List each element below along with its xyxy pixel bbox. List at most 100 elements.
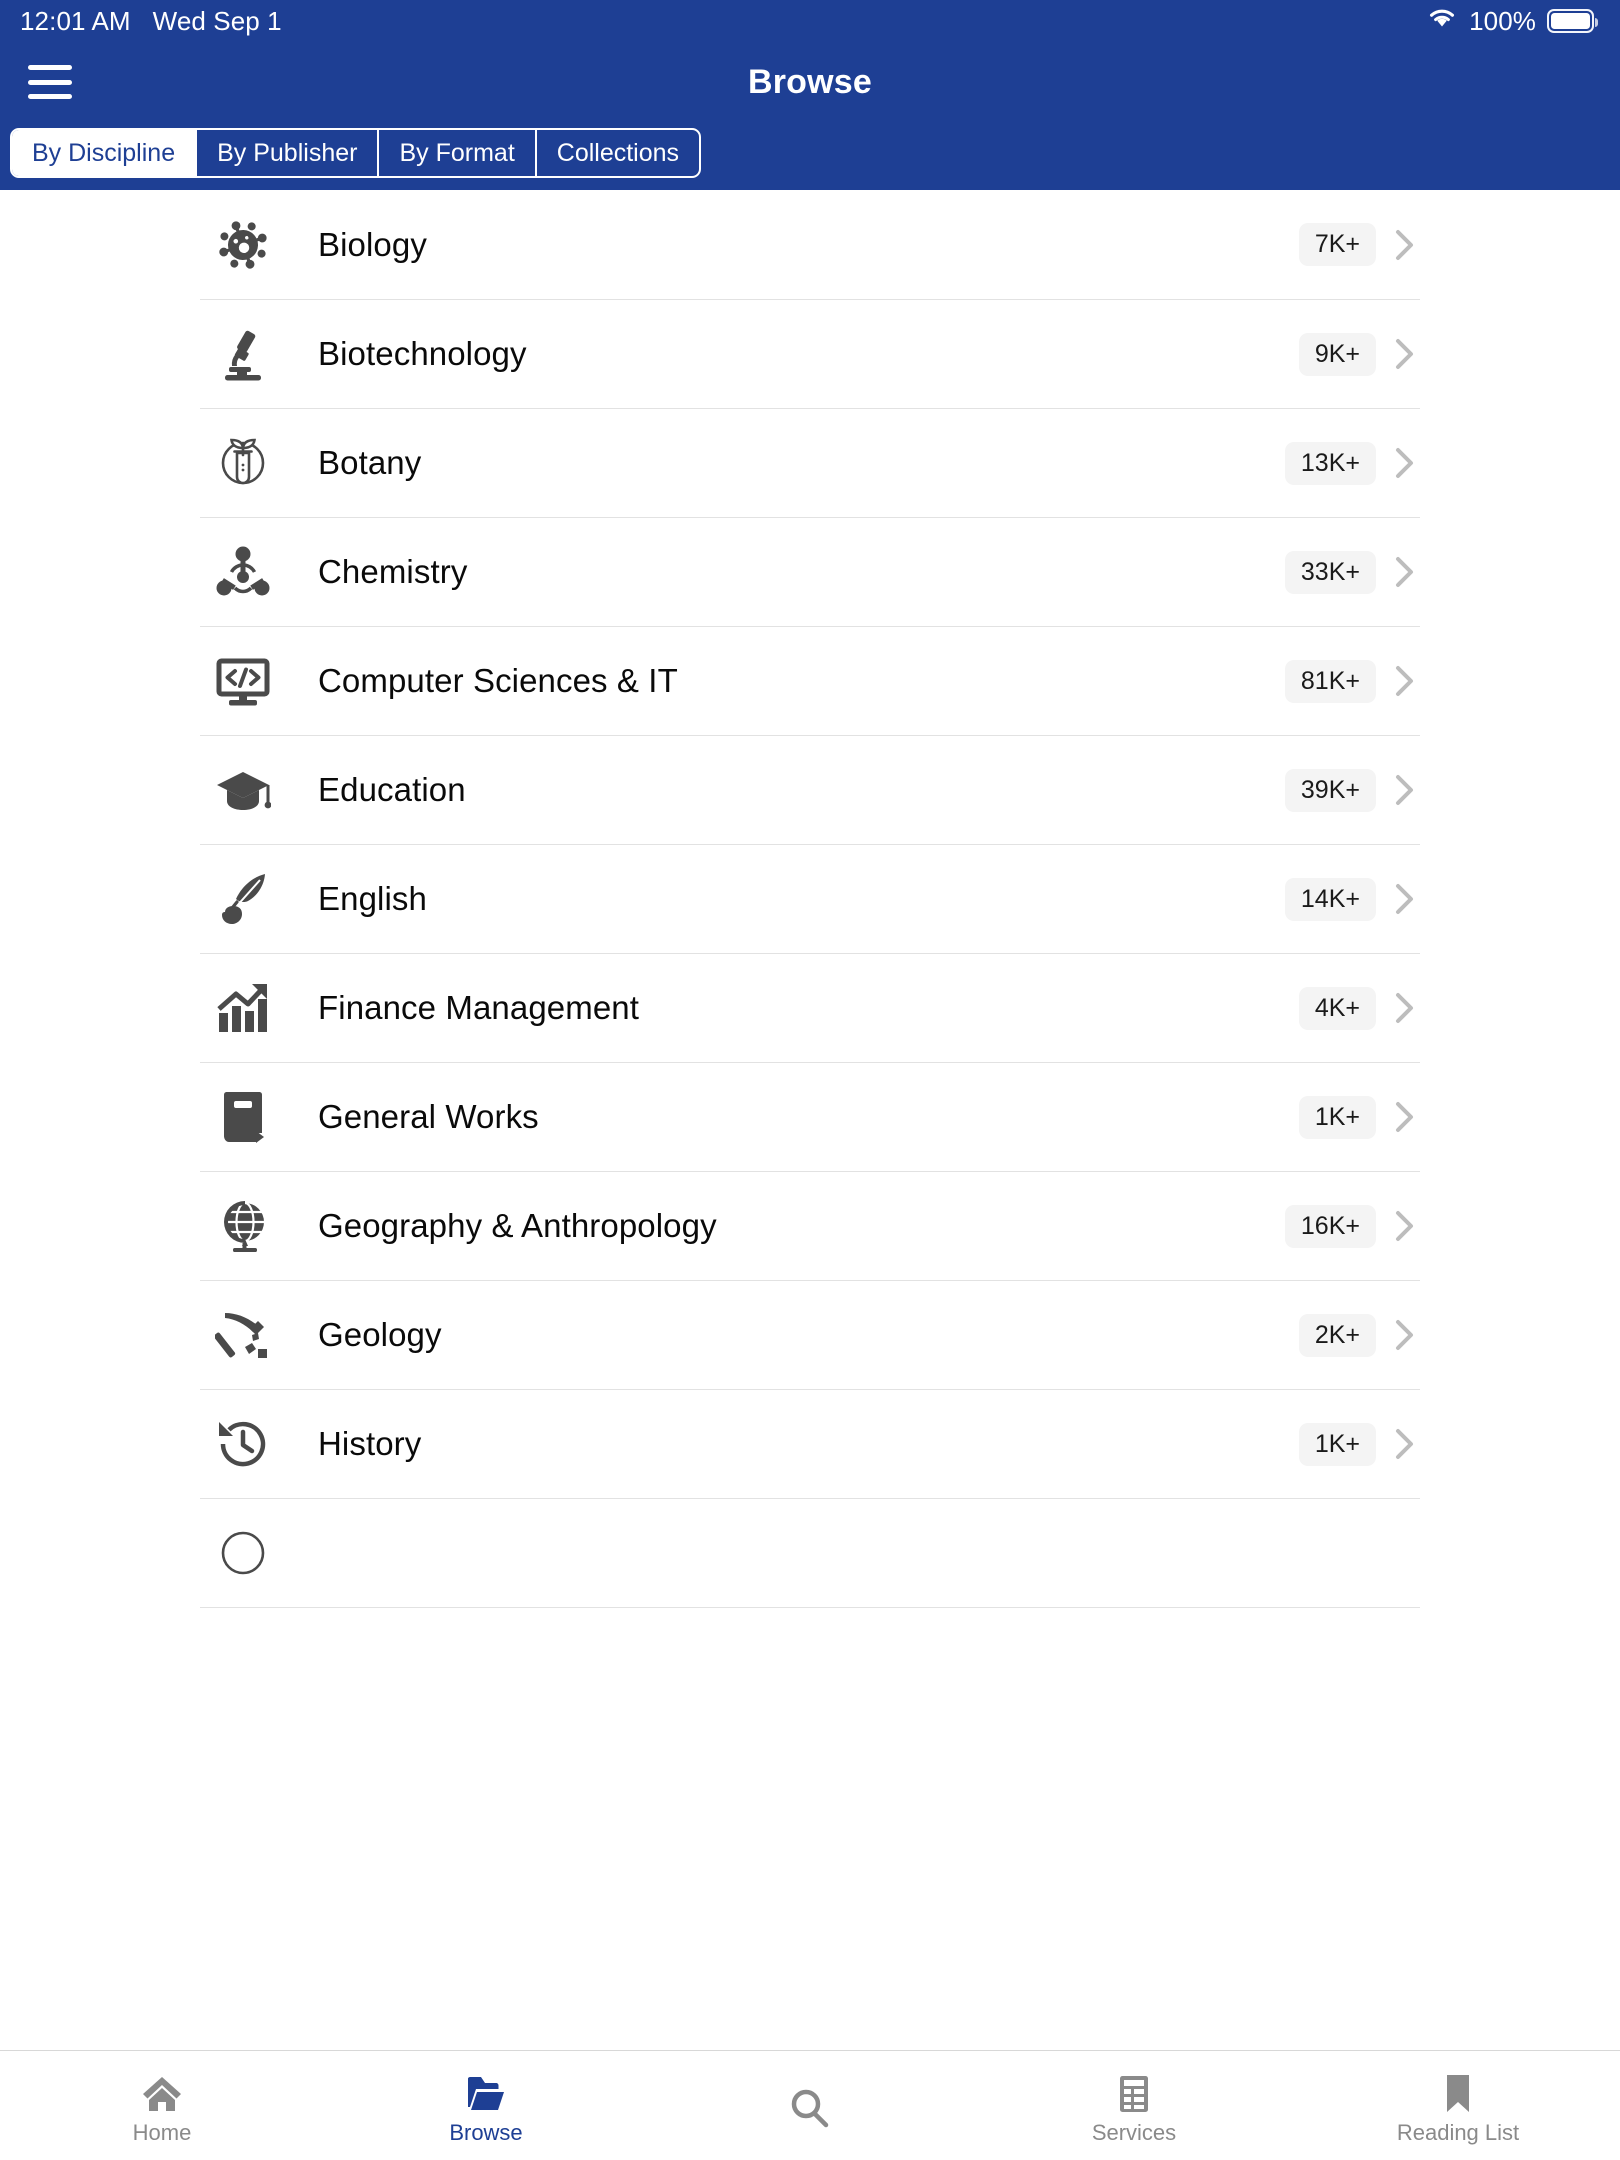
count-badge: 9K+	[1298, 332, 1376, 376]
hamburger-menu-icon[interactable]	[28, 65, 72, 99]
count-badge: 14K+	[1284, 877, 1376, 921]
list-item[interactable]: English 14K+	[200, 845, 1420, 954]
page-title: Browse	[747, 62, 873, 101]
list-item[interactable]: Biotechnology 9K+	[200, 300, 1420, 409]
tab-collections[interactable]: Collections	[537, 130, 699, 176]
list-item[interactable]: General Works 1K+	[200, 1063, 1420, 1172]
list-item-right: 1K+	[1298, 1422, 1420, 1466]
globe-stand-icon	[200, 1198, 286, 1254]
list-item-right: 33K+	[1284, 550, 1420, 594]
bottom-tab-bar: Home Browse Services Reading List	[0, 2050, 1620, 2160]
list-item-label: Geography & Anthropology	[318, 1207, 717, 1244]
list-item-right: 4K+	[1298, 986, 1420, 1030]
list-item[interactable]: Geology 2K+	[200, 1281, 1420, 1390]
chevron-right-icon[interactable]	[1390, 1320, 1420, 1350]
battery-percent: 100%	[1469, 5, 1536, 36]
browse-mode-tabs: By Discipline By Publisher By Format Col…	[10, 128, 702, 178]
hamburger-bar	[28, 65, 72, 70]
battery-full-icon	[1547, 9, 1599, 33]
list-item[interactable]: Geography & Anthropology 16K+	[200, 1172, 1420, 1281]
tab-reading-list[interactable]: Reading List	[1296, 2051, 1620, 2160]
list-item-right: 81K+	[1284, 659, 1420, 703]
list-item[interactable]: History 1K+	[200, 1390, 1420, 1499]
status-date: Wed Sep 1	[152, 5, 282, 36]
search-icon	[789, 2088, 831, 2130]
list-item[interactable]: Botany 13K+	[200, 409, 1420, 518]
list-item-right: 9K+	[1298, 332, 1420, 376]
plant-test-tube-icon	[200, 435, 286, 491]
tab-services[interactable]: Services	[972, 2051, 1296, 2160]
graduation-cap-icon	[200, 762, 286, 818]
list-item[interactable]: Finance Management 4K+	[200, 954, 1420, 1063]
hamburger-bar	[28, 79, 72, 85]
count-badge: 1K+	[1298, 1095, 1376, 1139]
count-badge: 33K+	[1284, 550, 1376, 594]
chevron-right-icon[interactable]	[1390, 557, 1420, 587]
list-item[interactable]: Computer Sciences & IT 81K+	[200, 627, 1420, 736]
chevron-right-icon[interactable]	[1390, 1429, 1420, 1459]
list-item[interactable]: Education 39K+	[200, 736, 1420, 845]
status-bar-right: 100%	[1426, 5, 1599, 37]
wifi-icon	[1426, 6, 1458, 37]
list-item-right: 39K+	[1284, 768, 1420, 812]
list-item-label: General Works	[318, 1098, 539, 1135]
virus-icon	[200, 217, 286, 273]
chevron-right-icon[interactable]	[1390, 993, 1420, 1023]
tab-browse[interactable]: Browse	[324, 2051, 648, 2160]
book-icon	[200, 1089, 286, 1145]
chevron-right-icon[interactable]	[1390, 884, 1420, 914]
count-badge: 13K+	[1284, 441, 1376, 485]
list-item-label: Biotechnology	[318, 335, 527, 372]
tab-by-discipline[interactable]: By Discipline	[12, 130, 198, 176]
battery-fill	[1551, 13, 1590, 29]
tab-browse-label: Browse	[449, 2120, 523, 2145]
tab-home-label: Home	[132, 2120, 192, 2145]
list-item-label: Education	[318, 771, 466, 808]
chevron-right-icon[interactable]	[1390, 666, 1420, 696]
hamburger-bar	[28, 94, 72, 99]
list-item[interactable]: Biology 7K+	[200, 190, 1420, 300]
tab-by-format[interactable]: By Format	[379, 130, 537, 176]
services-list-icon	[1116, 2073, 1152, 2115]
status-time: 12:01 AM	[20, 5, 131, 36]
count-badge: 4K+	[1298, 986, 1376, 1030]
tab-search[interactable]	[648, 2051, 972, 2160]
chevron-right-icon[interactable]	[1390, 1211, 1420, 1241]
partial-icon	[200, 1525, 286, 1581]
chevron-right-icon[interactable]	[1390, 229, 1420, 260]
bar-chart-growth-icon	[200, 980, 286, 1036]
discipline-list-inner: Biology 7K+ Biotechnology 9K+ Botany 13K…	[0, 190, 1620, 1608]
list-item-label: Computer Sciences & IT	[318, 662, 678, 699]
list-item-label: Geology	[318, 1316, 442, 1353]
home-icon	[142, 2073, 182, 2115]
bookmark-icon	[1444, 2073, 1472, 2115]
chevron-right-icon[interactable]	[1390, 1102, 1420, 1132]
list-item-right: 13K+	[1284, 441, 1420, 485]
list-item-label: Biology	[318, 225, 427, 263]
list-item-right: 2K+	[1298, 1313, 1420, 1357]
list-item-right: 7K+	[1298, 223, 1420, 266]
list-item[interactable]: Chemistry 33K+	[200, 518, 1420, 627]
list-item-partial[interactable]	[200, 1499, 1420, 1608]
molecule-icon	[200, 544, 286, 600]
list-item-label: English	[318, 880, 427, 917]
nav-row: Browse	[0, 42, 1620, 122]
discipline-list[interactable]: Biology 7K+ Biotechnology 9K+ Botany 13K…	[0, 190, 1620, 2050]
tab-services-label: Services	[1091, 2120, 1177, 2145]
tab-home[interactable]: Home	[0, 2051, 324, 2160]
chevron-right-icon[interactable]	[1390, 339, 1420, 369]
count-badge: 7K+	[1298, 223, 1376, 266]
rock-hammer-icon	[200, 1307, 286, 1363]
chevron-right-icon[interactable]	[1390, 775, 1420, 805]
tab-by-publisher[interactable]: By Publisher	[197, 130, 380, 176]
clock-rewind-icon	[200, 1416, 286, 1472]
chevron-right-icon[interactable]	[1390, 448, 1420, 478]
list-item-label: Chemistry	[318, 553, 468, 590]
list-item-right: 16K+	[1284, 1204, 1420, 1248]
status-bar-left: 12:01 AM Wed Sep 1	[20, 6, 282, 37]
count-badge: 1K+	[1298, 1422, 1376, 1466]
microscope-icon	[200, 326, 286, 382]
list-item-label: Botany	[318, 444, 422, 481]
list-item-label: Finance Management	[318, 989, 639, 1026]
count-badge: 16K+	[1284, 1204, 1376, 1248]
